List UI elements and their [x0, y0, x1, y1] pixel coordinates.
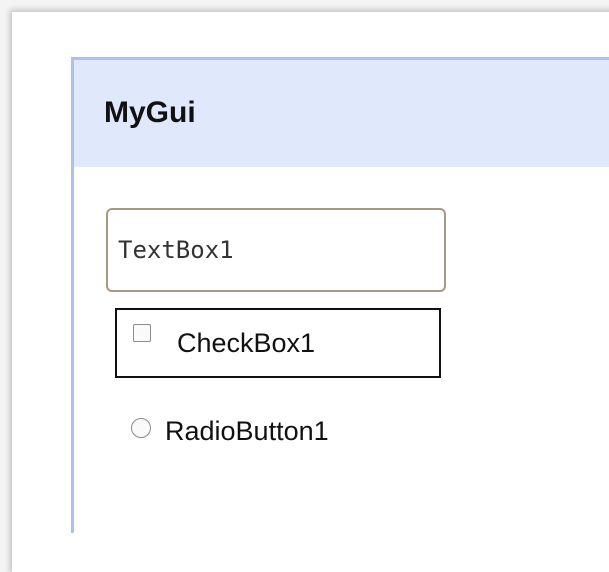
checkbox-icon[interactable]: [133, 324, 151, 342]
window-title: MyGui: [104, 96, 196, 129]
app-frame: MyGui CheckBox1 RadioButton1: [12, 12, 609, 572]
checkbox-1[interactable]: CheckBox1: [115, 308, 441, 378]
gui-window: MyGui CheckBox1 RadioButton1: [71, 57, 609, 533]
radio-button-1[interactable]: RadioButton1: [131, 410, 421, 452]
checkbox-label: CheckBox1: [177, 328, 316, 358]
radio-label: RadioButton1: [165, 416, 329, 446]
textbox-1[interactable]: [106, 208, 446, 292]
window-titlebar: MyGui: [74, 60, 609, 167]
radio-icon[interactable]: [131, 418, 151, 438]
